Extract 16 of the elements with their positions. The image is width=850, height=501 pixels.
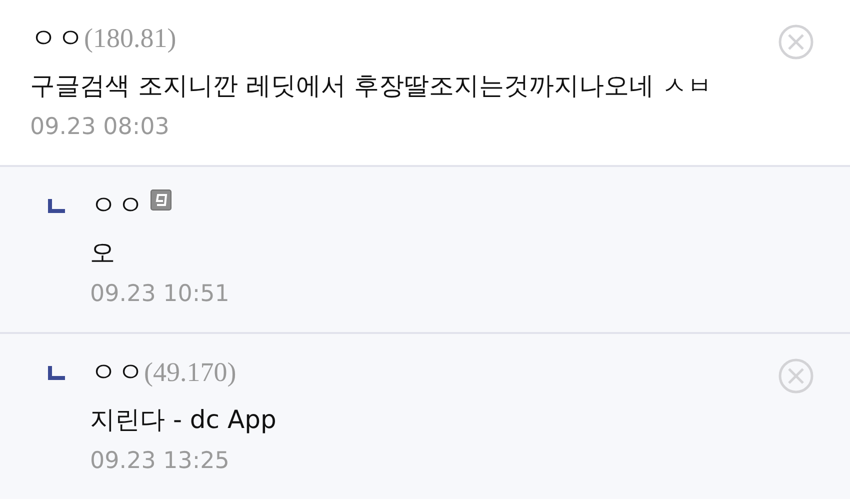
comment-text: 오 (90, 237, 116, 269)
delete-button[interactable] (778, 24, 814, 60)
comment-text: 구글검색 조지니깐 레딧에서 후장딸조지는것까지나오네 ㅅㅂ (30, 70, 712, 102)
comment-time: 09.23 13:25 (90, 447, 230, 476)
gallog-icon[interactable] (150, 189, 172, 211)
nickname[interactable]: ㅇㅇ (90, 187, 144, 223)
reply-marker-icon (48, 199, 66, 213)
reply-marker-icon (48, 366, 66, 380)
nickname[interactable]: ㅇㅇ (90, 354, 144, 390)
comment-time: 09.23 08:03 (30, 113, 170, 142)
comment-time: 09.23 10:51 (90, 280, 230, 309)
delete-button[interactable] (778, 358, 814, 394)
ip-address: (49.170) (144, 356, 236, 388)
nickname[interactable]: ㅇㅇ (30, 20, 84, 56)
ip-address: (180.81) (84, 22, 176, 54)
comment-text: 지린다 - dc App (90, 404, 276, 436)
